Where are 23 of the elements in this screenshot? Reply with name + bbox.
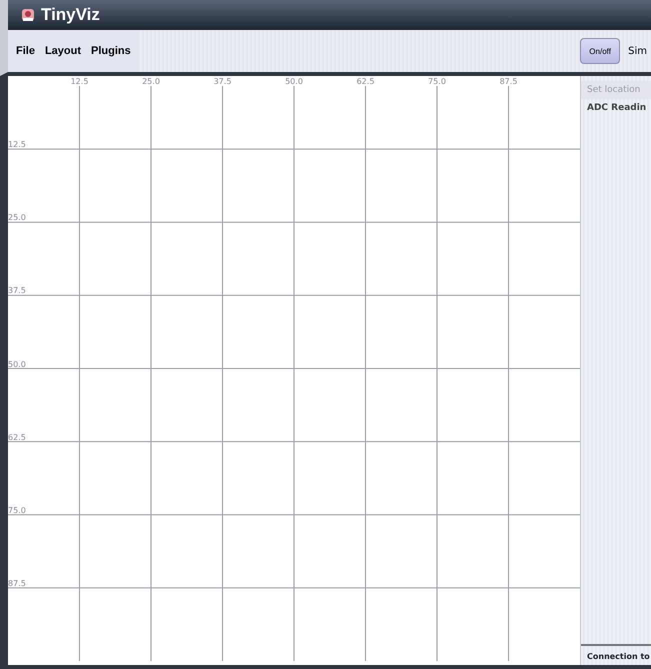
window-title: TinyViz (41, 5, 100, 25)
on-off-button[interactable]: On/off (580, 38, 620, 64)
axis-label: 62.5 (356, 77, 374, 86)
axis-label: 37.5 (214, 77, 232, 86)
axis-label: 50.0 (285, 77, 303, 86)
menu-item[interactable]: Layout (44, 45, 82, 57)
axis-label: 50.0 (8, 360, 26, 368)
axis-label: 25.0 (8, 213, 26, 222)
axis-label: 37.5 (8, 286, 26, 296)
axis-label: 75.0 (8, 506, 26, 515)
axis-label: 87.5 (500, 77, 518, 86)
plugin-item[interactable]: ADC Readin (581, 99, 651, 117)
axis-label: 12.5 (8, 140, 26, 150)
axis-label: 12.5 (70, 77, 88, 86)
axis-label: 75.0 (428, 77, 446, 86)
axis-label: 62.5 (8, 432, 26, 442)
status-text: Connection to (581, 644, 651, 665)
menu-item[interactable]: Plugins (91, 45, 131, 57)
axis-label: 87.5 (8, 578, 26, 588)
toolbar-label: Sim (628, 46, 647, 56)
axis-label: 25.0 (142, 77, 160, 86)
app-icon (20, 7, 36, 23)
menu-item[interactable]: File (16, 45, 35, 57)
